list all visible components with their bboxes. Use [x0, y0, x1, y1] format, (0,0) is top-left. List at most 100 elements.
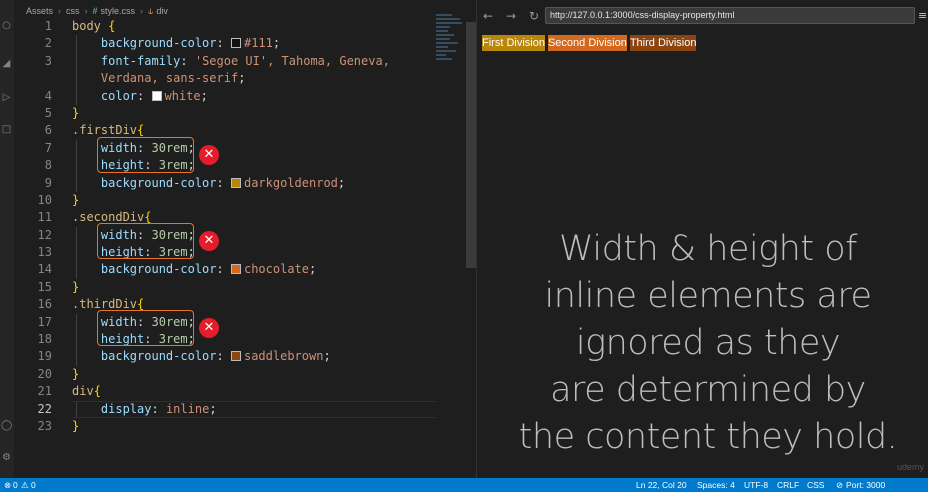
line-number: 10: [37, 192, 52, 207]
source-control-icon[interactable]: ◢: [1, 58, 12, 69]
value: white: [164, 88, 201, 103]
line-number: 23: [37, 418, 52, 433]
brace: {: [93, 384, 101, 399]
watermark-logo: udemy: [897, 462, 925, 472]
code-editor[interactable]: ○ ◢ ▷ □ ◯ ⚙ Assets › css › # style.css ›…: [0, 0, 476, 478]
code-line[interactable]: 3 font-family: 'Segoe UI', Tahoma, Genev…: [14, 52, 466, 71]
indentation[interactable]: Spaces: 4: [697, 478, 735, 492]
rendered-divs: First Division Second Division Third Divis…: [482, 35, 697, 51]
line-number: 19: [37, 349, 52, 364]
x-mark-icon: ✕: [199, 145, 219, 165]
breadcrumb-item-file[interactable]: style.css: [101, 6, 136, 16]
code-line[interactable]: 5}: [14, 105, 466, 122]
line-number: 12: [37, 227, 52, 242]
run-debug-icon[interactable]: ▷: [1, 92, 12, 103]
brace: {: [108, 19, 116, 33]
code-line[interactable]: 11 .secondDiv{: [14, 209, 466, 226]
search-icon[interactable]: ○: [1, 20, 12, 31]
problems-icon[interactable]: ⊗: [4, 478, 11, 492]
code-line[interactable]: 1 body {: [14, 18, 466, 35]
menu-icon[interactable]: ≡: [918, 6, 927, 26]
value: Verdana, sans-serif: [100, 71, 239, 86]
value: #111: [243, 36, 273, 51]
code-line-wrapped[interactable]: Verdana, sans-serif;: [14, 70, 466, 88]
code-line[interactable]: 13 height: 3rem;: [14, 244, 466, 262]
back-arrow-icon[interactable]: ←: [483, 6, 493, 26]
code-line[interactable]: 6 .firstDiv{: [14, 122, 466, 139]
extensions-icon[interactable]: □: [1, 124, 12, 135]
property: background-color: [100, 175, 217, 190]
second-division: Second Division: [547, 35, 627, 51]
cursor-position[interactable]: Ln 22, Col 20: [636, 478, 687, 492]
highlight-box: [97, 310, 194, 346]
code-line[interactable]: 16 .thirdDiv{: [14, 296, 466, 313]
css-file-icon: #: [92, 6, 98, 16]
first-division: First Division: [482, 35, 545, 51]
port-icon[interactable]: ⊘: [836, 478, 843, 492]
breadcrumb-item-assets[interactable]: Assets: [26, 6, 53, 16]
color-swatch[interactable]: [230, 177, 241, 188]
browser-preview: ← → ↻ http://127.0.0.1:3000/css-display-…: [476, 0, 928, 478]
overlay-line: ignored as they: [575, 323, 841, 363]
brace: }: [72, 279, 80, 294]
code-line[interactable]: 14 background-color: chocolate;: [14, 261, 466, 279]
settings-gear-icon[interactable]: ⚙: [1, 452, 12, 463]
code-line[interactable]: 12 width: 30rem;: [14, 226, 466, 245]
color-swatch[interactable]: [230, 38, 241, 49]
property: background-color: [100, 349, 217, 364]
account-icon[interactable]: ◯: [1, 420, 12, 431]
code-line[interactable]: 9 background-color: darkgoldenrod;: [14, 174, 466, 192]
code-line[interactable]: 10}: [14, 192, 466, 209]
line-number: 6: [44, 123, 52, 138]
color-swatch[interactable]: [230, 264, 241, 275]
problems-count[interactable]: 0: [13, 478, 18, 492]
overlay-line: inline elements are: [544, 276, 872, 316]
code-line[interactable]: 23}: [14, 418, 466, 435]
brace: }: [72, 418, 80, 433]
code-line[interactable]: 19 background-color: saddlebrown;: [14, 348, 466, 366]
url-input[interactable]: http://127.0.0.1:3000/css-display-proper…: [545, 7, 915, 24]
code-line[interactable]: 20}: [14, 366, 466, 383]
line-number: 1: [44, 19, 52, 33]
breadcrumb-item-css[interactable]: css: [66, 6, 80, 16]
overlay-line: are determined by: [550, 370, 866, 410]
value: 'Segoe UI', Tahoma, Geneva,: [194, 53, 390, 68]
line-number: 17: [37, 314, 52, 329]
color-swatch[interactable]: [230, 351, 241, 362]
code-line-active[interactable]: 22 display: inline;: [14, 400, 466, 419]
reload-icon[interactable]: ↻: [529, 6, 539, 26]
code-line[interactable]: 18 height: 3rem;: [14, 331, 466, 349]
selector: div: [72, 384, 94, 399]
code-line[interactable]: 4 color: white;: [14, 87, 466, 105]
property: display: [100, 401, 152, 416]
encoding[interactable]: UTF-8: [744, 478, 768, 492]
warning-icon[interactable]: ⚠: [21, 478, 29, 492]
property: color: [100, 88, 138, 103]
code-line[interactable]: 21 div{: [14, 383, 466, 400]
chevron-right-icon: ›: [140, 6, 144, 16]
line-endings[interactable]: CRLF: [777, 478, 799, 492]
value: inline: [165, 401, 210, 416]
code-line[interactable]: 7 width: 30rem;: [14, 139, 466, 158]
line-number: 13: [37, 245, 52, 260]
code-line[interactable]: 2 background-color: #111;: [14, 35, 466, 53]
highlight-box: [97, 137, 194, 173]
browser-toolbar: ← → ↻ http://127.0.0.1:3000/css-display-…: [477, 6, 928, 26]
code-line[interactable]: 17 width: 30rem;: [14, 313, 466, 332]
value: saddlebrown: [243, 349, 324, 364]
editor-scrollbar[interactable]: [466, 22, 476, 268]
language-mode[interactable]: CSS: [807, 478, 824, 492]
brace: {: [137, 123, 145, 138]
live-server-port[interactable]: Port: 3000: [846, 478, 885, 492]
breadcrumb-item-symbol[interactable]: div: [156, 6, 168, 16]
code-line[interactable]: 15}: [14, 279, 466, 296]
status-bar: ⊗ 0 ⚠ 0 Ln 22, Col 20 Spaces: 4 UTF-8 CR…: [0, 478, 928, 492]
color-swatch[interactable]: [151, 90, 162, 101]
code-area[interactable]: 1 body { 2 background-color: #111; 3 font…: [14, 18, 466, 435]
selector: .firstDiv: [72, 123, 138, 138]
code-line[interactable]: 8 height: 3rem;: [14, 157, 466, 175]
line-number: 21: [37, 384, 52, 399]
warnings-count[interactable]: 0: [31, 478, 36, 492]
forward-arrow-icon[interactable]: →: [506, 6, 516, 26]
line-number: 7: [44, 140, 52, 155]
